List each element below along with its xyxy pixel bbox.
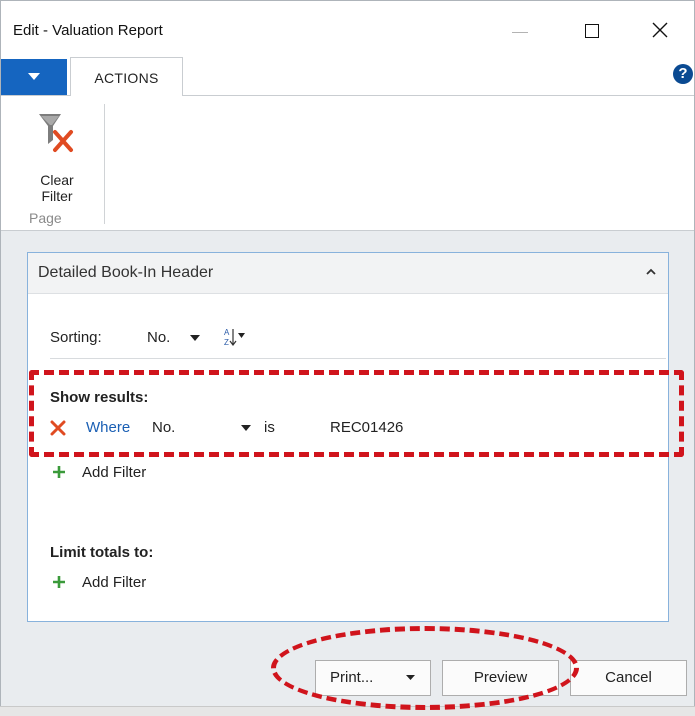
close-icon: [652, 22, 668, 38]
clear-filter-label-line2: Filter: [41, 188, 73, 204]
clear-filter-icon: [39, 114, 73, 152]
title-bar: Edit - Valuation Report: [1, 1, 694, 55]
panel-header[interactable]: Detailed Book-In Header: [28, 253, 668, 294]
sorting-row: Sorting: No. A Z: [50, 327, 650, 347]
add-filter-label: Add Filter: [82, 464, 147, 481]
ribbon-group-separator: [104, 104, 105, 224]
chevron-down-icon[interactable]: [190, 335, 200, 341]
clear-filter-label-line1: Clear: [40, 172, 74, 188]
plus-icon: [53, 576, 65, 588]
plus-icon: [53, 466, 65, 478]
window-title: Edit - Valuation Report: [13, 22, 163, 39]
clear-filter-button[interactable]: Clear Filter: [25, 106, 89, 204]
add-filter-totals-label: Add Filter: [82, 574, 147, 591]
clear-filter-label: Clear Filter: [25, 172, 89, 204]
svg-text:Z: Z: [224, 338, 229, 347]
panel-title: Detailed Book-In Header: [38, 264, 214, 281]
dialog-window: Edit - Valuation Report ACTIONS ? Clear …: [0, 0, 695, 708]
close-button[interactable]: [638, 11, 684, 49]
maximize-icon: [585, 24, 599, 38]
tab-actions[interactable]: ACTIONS: [70, 57, 183, 97]
svg-text:A: A: [224, 328, 230, 337]
collapse-icon[interactable]: [646, 268, 656, 275]
limit-totals-label: Limit totals to:: [50, 544, 154, 561]
ribbon: Clear Filter Page: [1, 96, 694, 231]
highlight-buttons-annotation: [271, 626, 579, 710]
help-icon[interactable]: ?: [673, 64, 693, 84]
chevron-down-icon: [28, 73, 40, 80]
ribbon-group-label: Page: [29, 210, 62, 226]
minimize-icon: [512, 32, 528, 33]
ribbon-tab-strip: ACTIONS ?: [1, 55, 694, 97]
divider: [50, 358, 666, 359]
add-filter-button[interactable]: Add Filter: [50, 462, 250, 484]
sort-direction-icon[interactable]: A Z: [224, 327, 246, 347]
sorting-label: Sorting:: [50, 329, 102, 346]
sorting-field-select[interactable]: No.: [147, 329, 170, 346]
cancel-button[interactable]: Cancel: [570, 660, 687, 696]
minimize-button[interactable]: [497, 11, 543, 49]
ribbon-menu-button[interactable]: [1, 59, 67, 95]
highlight-filter-annotation: [29, 370, 684, 457]
add-filter-totals-button[interactable]: Add Filter: [50, 572, 250, 594]
maximize-button[interactable]: [568, 11, 614, 49]
